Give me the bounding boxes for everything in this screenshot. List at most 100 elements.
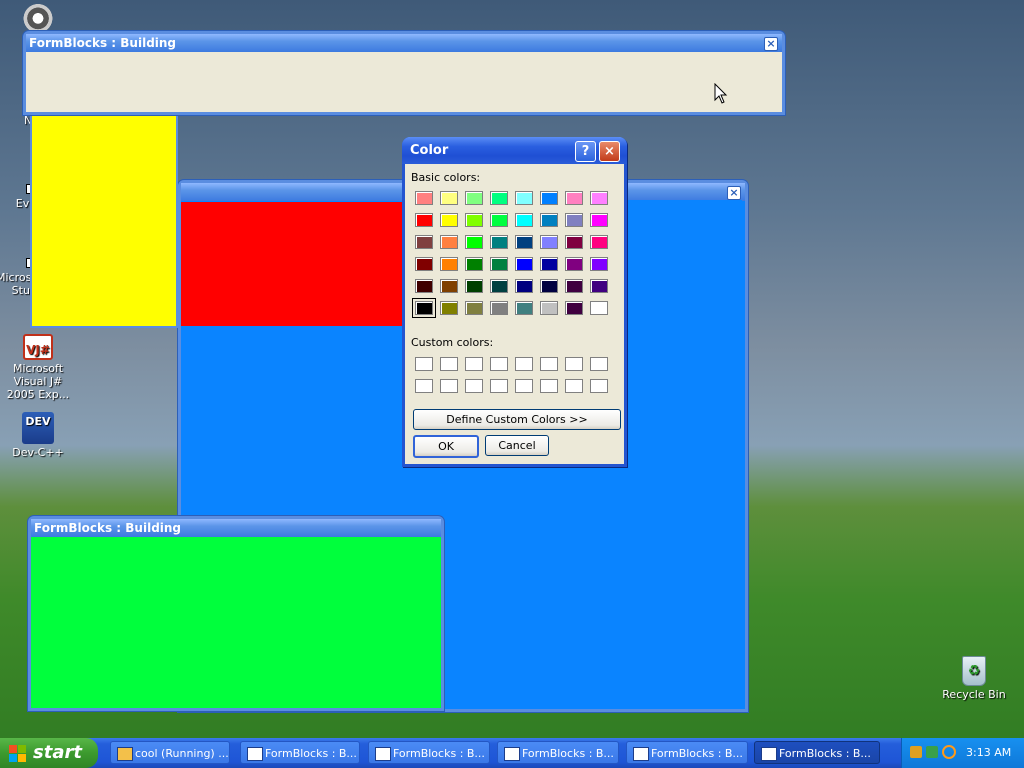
basic-color-swatch[interactable]: [590, 235, 608, 249]
basic-color-swatch[interactable]: [465, 279, 483, 293]
basic-color-swatch[interactable]: [565, 191, 583, 205]
basic-color-swatch[interactable]: [540, 301, 558, 315]
taskbar-item-formblocks-5[interactable]: FormBlocks : B...: [754, 741, 880, 764]
basic-color-swatch[interactable]: [440, 213, 458, 227]
virtualbox-icon: [117, 747, 133, 761]
basic-color-swatch[interactable]: [515, 235, 533, 249]
formblocks-building-window-top[interactable]: FormBlocks : Building ×: [23, 31, 785, 115]
start-button[interactable]: start: [0, 738, 98, 768]
basic-color-swatch[interactable]: [440, 279, 458, 293]
basic-color-swatch[interactable]: [415, 279, 433, 293]
basic-color-swatch[interactable]: [590, 301, 608, 315]
green-block[interactable]: [31, 539, 441, 708]
basic-color-swatch[interactable]: [565, 279, 583, 293]
basic-color-swatch[interactable]: [590, 279, 608, 293]
taskbar-item-formblocks-3[interactable]: FormBlocks : B...: [497, 741, 619, 764]
back-window-close-button[interactable]: ×: [727, 186, 741, 200]
desktop-icon-dev-cpp[interactable]: DEV Dev-C++: [0, 412, 78, 459]
basic-color-swatch[interactable]: [540, 235, 558, 249]
basic-color-swatch[interactable]: [590, 213, 608, 227]
basic-color-swatch[interactable]: [440, 191, 458, 205]
basic-color-swatch[interactable]: [415, 213, 433, 227]
define-custom-colors-button[interactable]: Define Custom Colors >>: [413, 409, 621, 430]
basic-color-swatch[interactable]: [515, 213, 533, 227]
basic-color-swatch[interactable]: [490, 279, 508, 293]
basic-color-swatch[interactable]: [515, 301, 533, 315]
custom-color-swatch[interactable]: [465, 379, 483, 393]
custom-color-swatch[interactable]: [540, 357, 558, 371]
window-close-button[interactable]: ×: [764, 37, 778, 51]
taskbar-item-cool-running[interactable]: cool (Running) ...: [110, 741, 230, 764]
basic-color-swatch[interactable]: [540, 213, 558, 227]
basic-color-swatch[interactable]: [590, 257, 608, 271]
custom-color-swatch[interactable]: [415, 379, 433, 393]
basic-color-swatch[interactable]: [415, 191, 433, 205]
basic-color-swatch[interactable]: [440, 301, 458, 315]
red-block[interactable]: [181, 202, 403, 326]
desktop-icon-label: Microsoft Visual J# 2005 Exp...: [6, 362, 70, 401]
basic-color-swatch[interactable]: [415, 257, 433, 271]
clock[interactable]: 3:13 AM: [966, 738, 1011, 768]
basic-color-swatch[interactable]: [565, 235, 583, 249]
basic-color-swatch[interactable]: [565, 257, 583, 271]
tray-shield-icon[interactable]: [926, 746, 938, 758]
help-button[interactable]: ?: [575, 141, 596, 162]
basic-color-swatch[interactable]: [465, 257, 483, 271]
basic-color-swatch[interactable]: [490, 191, 508, 205]
basic-color-swatch[interactable]: [490, 213, 508, 227]
desktop-icon-visual-j-sharp[interactable]: VJ# Microsoft Visual J# 2005 Exp...: [0, 334, 78, 401]
taskbar-item-label: cool (Running) ...: [135, 747, 229, 760]
taskbar-item-formblocks-1[interactable]: FormBlocks : B...: [240, 741, 360, 764]
basic-color-swatch[interactable]: [515, 191, 533, 205]
custom-color-swatch[interactable]: [440, 379, 458, 393]
desktop-icon-recycle-bin[interactable]: ♻ Recycle Bin: [934, 656, 1014, 701]
custom-color-swatch[interactable]: [565, 379, 583, 393]
system-tray: 3:13 AM: [901, 738, 1024, 768]
basic-color-swatch[interactable]: [590, 191, 608, 205]
custom-color-swatch[interactable]: [565, 357, 583, 371]
basic-color-swatch[interactable]: [565, 213, 583, 227]
basic-color-swatch[interactable]: [440, 257, 458, 271]
basic-color-swatch[interactable]: [465, 191, 483, 205]
basic-color-swatch[interactable]: [465, 235, 483, 249]
custom-color-swatch[interactable]: [540, 379, 558, 393]
tray-network-icon[interactable]: [910, 746, 922, 758]
basic-color-swatch[interactable]: [490, 257, 508, 271]
basic-color-swatch[interactable]: [465, 301, 483, 315]
custom-color-swatch[interactable]: [590, 357, 608, 371]
custom-color-swatch[interactable]: [590, 379, 608, 393]
custom-color-swatch[interactable]: [515, 379, 533, 393]
basic-color-swatch[interactable]: [490, 235, 508, 249]
tray-search-icon[interactable]: [942, 745, 956, 759]
basic-color-swatch[interactable]: [565, 301, 583, 315]
window-icon: [633, 747, 649, 761]
basic-color-swatch[interactable]: [412, 298, 436, 318]
custom-color-swatch[interactable]: [490, 379, 508, 393]
yellow-block-frame[interactable]: [30, 110, 178, 328]
basic-color-swatch[interactable]: [540, 257, 558, 271]
close-button[interactable]: ×: [599, 141, 620, 162]
custom-color-swatch[interactable]: [465, 357, 483, 371]
basic-color-swatch[interactable]: [540, 279, 558, 293]
custom-color-swatch[interactable]: [415, 357, 433, 371]
formblocks-building-window-bottom[interactable]: FormBlocks : Building: [28, 516, 444, 711]
window-icon: [247, 747, 263, 761]
desktop-icon-label: Dev-C++: [12, 446, 64, 459]
taskbar-item-formblocks-2[interactable]: FormBlocks : B...: [368, 741, 490, 764]
custom-color-swatch[interactable]: [490, 357, 508, 371]
basic-color-swatch[interactable]: [440, 235, 458, 249]
custom-color-swatch[interactable]: [515, 357, 533, 371]
ok-button[interactable]: OK: [413, 435, 479, 458]
basic-color-swatch[interactable]: [465, 213, 483, 227]
taskbar-item-label: FormBlocks : B...: [393, 747, 485, 760]
basic-color-swatch[interactable]: [415, 235, 433, 249]
basic-color-swatch[interactable]: [515, 279, 533, 293]
basic-color-swatch[interactable]: [490, 301, 508, 315]
basic-color-swatch[interactable]: [540, 191, 558, 205]
color-dialog[interactable]: Color ? × Basic colors: Custom colors: D…: [402, 137, 627, 467]
custom-color-swatch[interactable]: [440, 357, 458, 371]
cancel-button[interactable]: Cancel: [485, 435, 549, 456]
taskbar-item-label: FormBlocks : B...: [522, 747, 614, 760]
taskbar-item-formblocks-4[interactable]: FormBlocks : B...: [626, 741, 748, 764]
basic-color-swatch[interactable]: [515, 257, 533, 271]
